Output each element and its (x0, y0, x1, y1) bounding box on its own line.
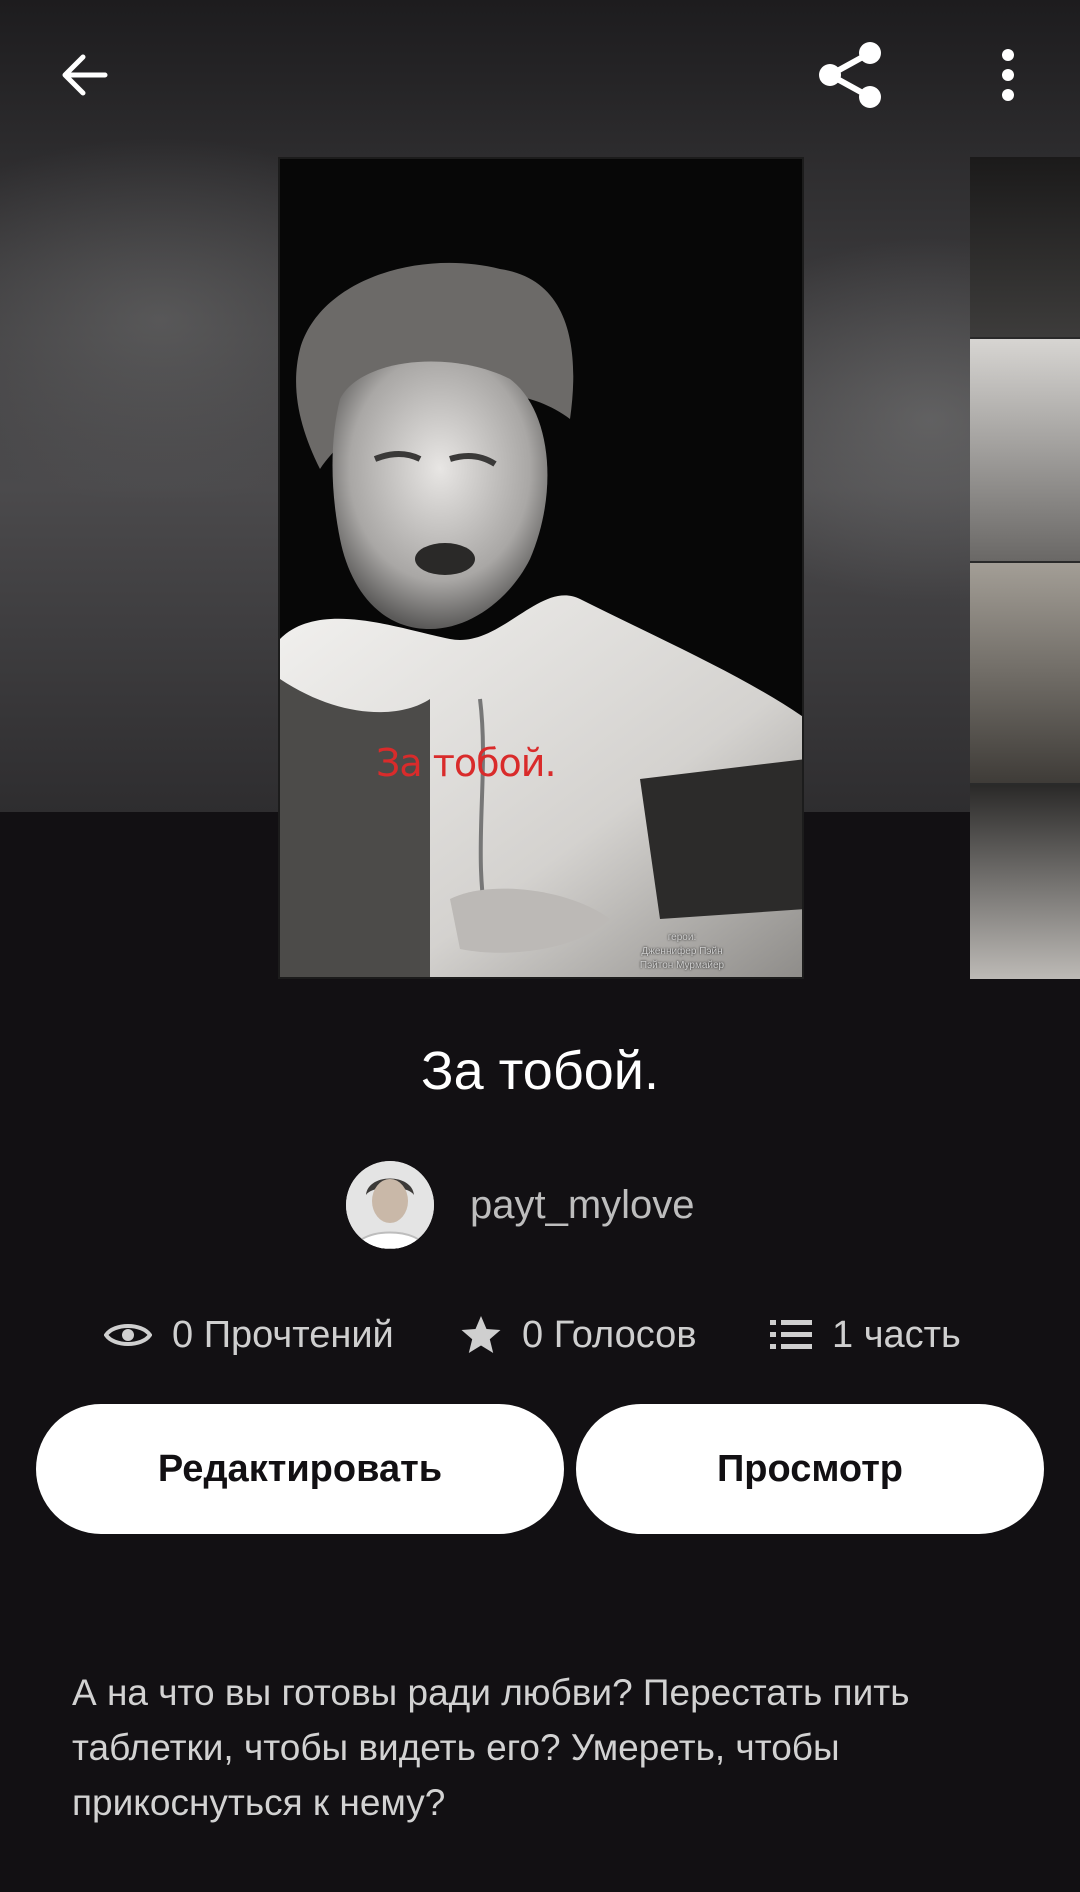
reads-count: 0 Прочтений (172, 1313, 394, 1356)
votes-count: 0 Голосов (522, 1313, 697, 1356)
share-icon (819, 42, 881, 108)
eye-icon (104, 1324, 152, 1346)
story-stats: 0 Прочтений 0 Голосов 1 часть (0, 1305, 1080, 1365)
share-button[interactable] (800, 25, 900, 125)
cover-photo (280, 159, 802, 977)
cover-credit-line: герои: (667, 932, 697, 943)
top-bar (0, 0, 1080, 150)
story-details-screen: За тобой. герои: Дженнифер Пэйн Пэйтон М… (0, 0, 1080, 1892)
story-cover[interactable]: За тобой. герои: Дженнифер Пэйн Пэйтон М… (278, 157, 804, 979)
edit-button[interactable]: Редактировать (36, 1404, 564, 1534)
parts-count: 1 часть (832, 1313, 961, 1356)
cover-tile (970, 785, 1080, 979)
cover-tile (970, 339, 1080, 561)
list-icon (770, 1320, 812, 1349)
reads-stat: 0 Прочтений (104, 1305, 394, 1365)
votes-stat: 0 Голосов (460, 1305, 697, 1365)
parts-stat: 1 часть (770, 1305, 961, 1365)
back-button[interactable] (40, 30, 130, 120)
story-title: За тобой. (421, 1041, 659, 1101)
cover-tile (970, 563, 1080, 783)
cover-credit-line: Дженнифер Пэйн (641, 946, 723, 957)
more-options-button[interactable] (968, 30, 1048, 120)
story-description: А на что вы готовы ради любви? Перестать… (72, 1672, 910, 1823)
avatar-image (346, 1161, 434, 1249)
cover-credits: герои: Дженнифер Пэйн Пэйтон Мурмайер (592, 931, 772, 973)
cover-credit-line: Пэйтон Мурмайер (639, 960, 725, 971)
avatar[interactable] (346, 1161, 434, 1249)
author-name[interactable]: payt_mylove (470, 1183, 695, 1228)
next-story-cover[interactable] (970, 157, 1080, 979)
cover-tile (970, 157, 1080, 337)
star-icon (461, 1316, 501, 1353)
author-row[interactable]: payt_mylove (346, 1160, 695, 1250)
arrow-left-icon (62, 54, 108, 96)
view-button[interactable]: Просмотр (576, 1404, 1044, 1534)
more-vertical-icon (1002, 49, 1014, 101)
cover-title-text: За тобой. (376, 741, 557, 785)
